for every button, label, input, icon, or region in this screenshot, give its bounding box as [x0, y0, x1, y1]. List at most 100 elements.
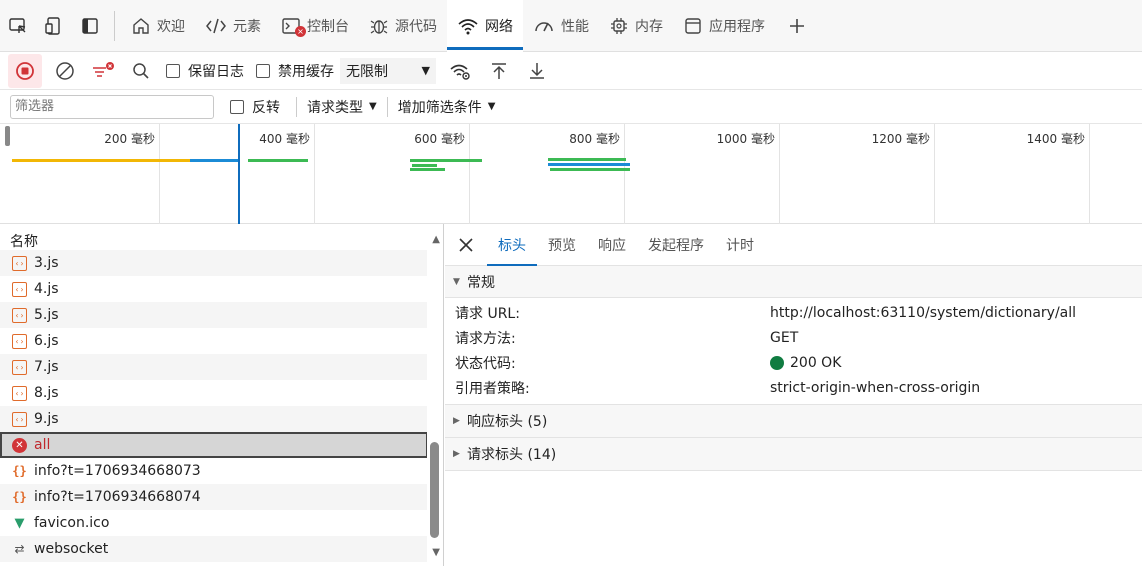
tab-network[interactable]: 网络 [447, 0, 523, 52]
expand-triangle-icon: ▼ [453, 276, 460, 287]
import-har-button[interactable] [480, 54, 518, 88]
timeline-request-bar [550, 168, 630, 171]
field-label: 请求方法: [455, 330, 516, 347]
status-code-row: 状态代码: 200 OK [445, 350, 1142, 375]
timeline-range-handle[interactable] [5, 126, 10, 146]
tab-elements[interactable]: 元素 [195, 0, 271, 52]
timeline-request-bar [190, 159, 240, 162]
request-row[interactable]: ⇄ websocket [0, 536, 428, 562]
tab-timing[interactable]: 计时 [715, 224, 765, 266]
sidebar-toggle-icon[interactable] [72, 0, 108, 52]
status-code-value: 200 OK [770, 355, 841, 371]
status-text: 200 OK [790, 354, 842, 371]
record-button[interactable] [8, 53, 42, 88]
timeline-gridline [934, 124, 935, 224]
scroll-down-arrow-icon[interactable]: ▼ [432, 547, 440, 558]
request-row[interactable]: {} info?t=1706934668073 [0, 458, 428, 484]
clear-button[interactable] [46, 54, 84, 88]
timeline-gridline [159, 124, 160, 224]
request-headers-section-header[interactable]: ▶ 请求标头 (14) [445, 438, 1142, 471]
tab-application[interactable]: 应用程序 [673, 0, 775, 52]
request-row[interactable]: ‹› 3.js [0, 250, 428, 276]
request-row[interactable]: ‹› 5.js [0, 302, 428, 328]
network-conditions-button[interactable] [442, 54, 480, 88]
tab-welcome[interactable]: 欢迎 [121, 0, 195, 52]
add-filter-dropdown[interactable]: 增加筛选条件 ▼ [398, 97, 496, 117]
checkbox-box[interactable] [166, 63, 180, 78]
request-url-row: 请求 URL: http://localhost:63110/system/di… [445, 300, 1142, 325]
request-types-dropdown[interactable]: 请求类型 ▼ [307, 97, 377, 117]
search-button[interactable] [122, 54, 160, 88]
request-row[interactable]: ‹› 7.js [0, 354, 428, 380]
device-emulation-icon[interactable] [36, 0, 72, 52]
collapsed-triangle-icon: ▶ [453, 416, 460, 426]
request-headers-title: 请求标头 (14) [467, 447, 557, 463]
general-section-body: 请求 URL: http://localhost:63110/system/di… [445, 298, 1142, 405]
request-name: 3.js [34, 255, 59, 271]
tab-label: 控制台 [307, 18, 349, 35]
request-method-row: 请求方法: GET [445, 325, 1142, 350]
tab-sources[interactable]: 源代码 [359, 0, 447, 52]
details-tab-bar: 标头 预览 响应 发起程序 计时 [445, 223, 1142, 266]
console-error-badge: × [295, 25, 306, 37]
request-url-value[interactable]: http://localhost:63110/system/dictionary… [770, 305, 1076, 321]
request-row[interactable]: {} info?t=1706934668074 [0, 484, 428, 510]
close-details-button[interactable] [445, 224, 487, 266]
tab-headers[interactable]: 标头 [487, 223, 537, 266]
download-icon [530, 62, 544, 79]
add-tab-icon[interactable] [779, 0, 815, 52]
script-file-icon: ‹› [12, 307, 27, 323]
tab-response[interactable]: 响应 [587, 224, 637, 266]
preserve-log-label: 保留日志 [188, 63, 244, 80]
tab-preview[interactable]: 预览 [537, 224, 587, 266]
request-rows: ‹› 3.js ‹› 4.js ‹› 5.js ‹› 6.js ‹› 7.js ‹› 8.j… [0, 250, 443, 562]
export-har-button[interactable] [518, 54, 556, 88]
filter-lines-icon [93, 61, 114, 77]
script-file-icon: ‹› [12, 255, 27, 271]
tab-console[interactable]: × 控制台 [271, 0, 359, 52]
timeline-tick-label: 1200 毫秒 [871, 132, 930, 146]
filter-toggle-button[interactable] [84, 54, 122, 88]
request-name: info?t=1706934668073 [34, 463, 201, 479]
tab-label: 应用程序 [709, 18, 765, 35]
network-toolbar: 保留日志 禁用缓存 无限制 ▼ [0, 52, 1142, 90]
checkbox-box[interactable] [230, 99, 244, 114]
request-types-label: 请求类型 [307, 99, 363, 116]
request-list-scrollbar[interactable]: ▲ ▼ [427, 224, 443, 566]
tab-initiator[interactable]: 发起程序 [637, 224, 715, 266]
timeline-request-bar [412, 164, 437, 167]
invert-checkbox[interactable]: 反转 [230, 97, 280, 117]
request-row-selected[interactable]: ✕ all [0, 432, 428, 458]
bug-icon [369, 16, 389, 36]
request-row[interactable]: ‹› 4.js [0, 276, 428, 302]
request-row[interactable]: ‹› 8.js [0, 380, 428, 406]
request-row[interactable]: ‹› 6.js [0, 328, 428, 354]
checkbox-box[interactable] [256, 63, 270, 78]
tab-separator [114, 10, 115, 41]
tab-label: 内存 [635, 18, 663, 35]
field-label: 状态代码: [455, 355, 516, 372]
general-section-header[interactable]: ▼ 常规 [445, 266, 1142, 298]
caret-down-icon: ▼ [421, 64, 430, 77]
response-headers-section-header[interactable]: ▶ 响应标头 (5) [445, 405, 1142, 438]
request-row[interactable]: ▼ favicon.ico [0, 510, 428, 536]
throttling-select[interactable]: 无限制 ▼ [340, 57, 436, 84]
inspect-element-icon[interactable] [0, 0, 36, 52]
caret-down-icon: ▼ [369, 101, 377, 112]
disable-cache-checkbox[interactable]: 禁用缓存 [256, 61, 334, 81]
preserve-log-checkbox[interactable]: 保留日志 [166, 61, 244, 81]
field-label: 引用者策略: [455, 380, 530, 397]
scroll-thumb[interactable] [430, 442, 439, 538]
record-stop-icon [16, 61, 34, 80]
tab-performance[interactable]: 性能 [523, 0, 599, 52]
script-file-icon: ‹› [12, 333, 27, 349]
network-overview-timeline[interactable]: 200 毫秒 400 毫秒 600 毫秒 800 毫秒 1000 毫秒 1200… [0, 124, 1142, 224]
request-row[interactable]: ‹› 9.js [0, 406, 428, 432]
tab-memory[interactable]: 内存 [599, 0, 673, 52]
timeline-cursor [238, 124, 240, 224]
scroll-up-arrow-icon[interactable]: ▲ [432, 234, 440, 245]
request-method-value: GET [770, 329, 799, 346]
caret-down-icon: ▼ [487, 101, 496, 112]
filter-input[interactable] [10, 94, 214, 119]
upload-icon [492, 62, 506, 79]
